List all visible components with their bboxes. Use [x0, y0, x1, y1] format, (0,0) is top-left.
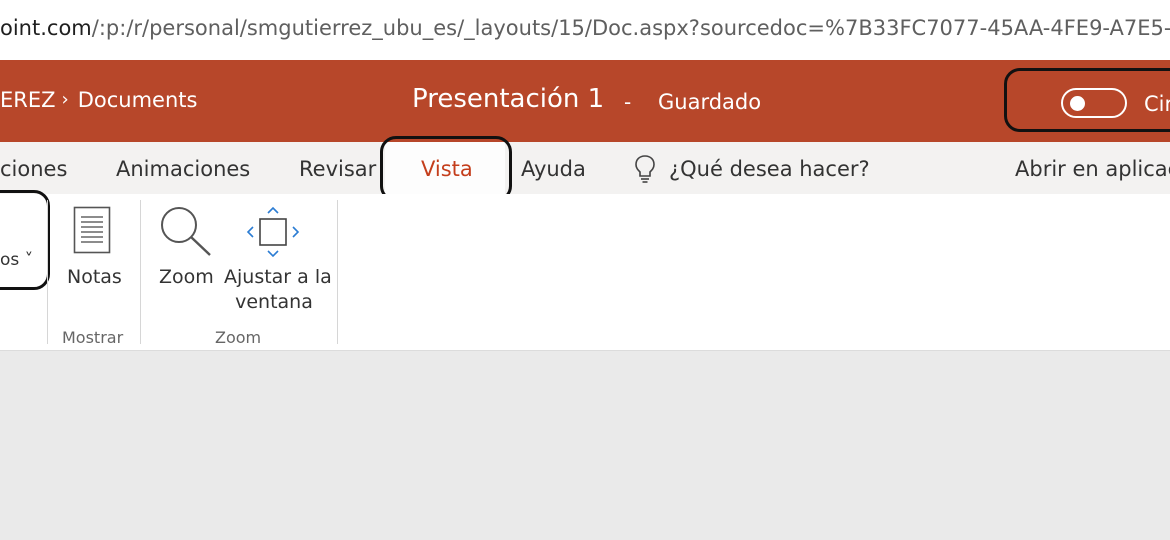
- tab-ayuda[interactable]: Ayuda: [521, 157, 586, 181]
- url-path: /:p:/r/personal/smgutierrez_ubu_es/_layo…: [91, 16, 1170, 40]
- group-divider: [47, 200, 48, 344]
- chevron-right-icon: ›: [61, 89, 69, 110]
- url-text[interactable]: oint.com/:p:/r/personal/smgutierrez_ubu_…: [0, 16, 1170, 40]
- app-title-bar: EREZ › Documents Presentación 1 - Guardado: [0, 60, 1170, 142]
- fit-to-window-label-line1[interactable]: Ajustar a la: [224, 266, 332, 288]
- zoom-group-label: Zoom: [215, 328, 262, 347]
- annotation-outline-vista-tab: [380, 136, 512, 202]
- breadcrumb: EREZ › Documents: [0, 88, 197, 112]
- tab-animaciones[interactable]: Animaciones: [116, 157, 250, 181]
- title-separator: -: [624, 90, 632, 114]
- slide-workspace[interactable]: [0, 351, 1170, 540]
- fit-to-window-label-line2[interactable]: ventana: [224, 291, 324, 313]
- zoom-magnifier-icon[interactable]: [158, 204, 214, 258]
- group-divider: [140, 200, 141, 344]
- url-host: oint.com: [0, 16, 92, 40]
- group-divider: [337, 200, 338, 344]
- save-status: Guardado: [658, 90, 762, 114]
- tab-transiciones[interactable]: ciones: [0, 157, 67, 181]
- breadcrumb-folder[interactable]: Documents: [78, 88, 198, 112]
- tab-revisar[interactable]: Revisar: [299, 157, 376, 181]
- notes-button-label[interactable]: Notas: [67, 266, 122, 288]
- search-tell-me-input[interactable]: ¿Qué desea hacer?: [669, 157, 870, 181]
- annotation-outline-toggle: [1004, 68, 1170, 132]
- document-title[interactable]: Presentación 1: [412, 84, 604, 114]
- show-group-label: Mostrar: [62, 328, 124, 347]
- zoom-button-label[interactable]: Zoom: [159, 266, 214, 288]
- lightbulb-icon: [635, 155, 655, 183]
- annotation-outline-left-button: [0, 190, 50, 290]
- breadcrumb-user[interactable]: EREZ: [0, 88, 56, 112]
- open-in-app-button[interactable]: Abrir en aplicac: [1015, 157, 1170, 181]
- notes-icon[interactable]: [73, 206, 111, 254]
- fit-to-window-icon[interactable]: [246, 206, 300, 258]
- browser-address-bar[interactable]: oint.com/:p:/r/personal/smgutierrez_ubu_…: [0, 0, 1170, 60]
